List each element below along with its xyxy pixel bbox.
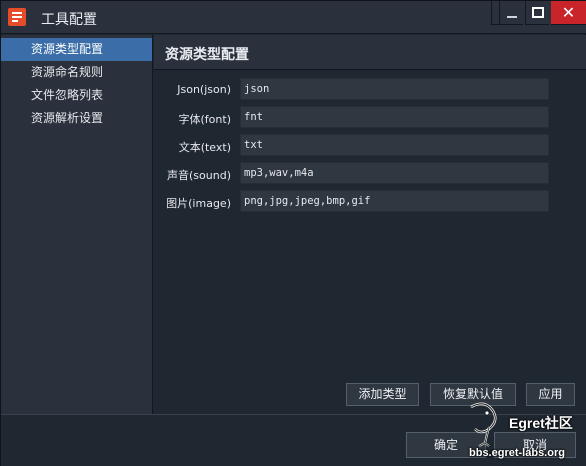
image-type-label: 图片(image) [166, 197, 231, 210]
sidebar-item-parse-settings[interactable]: 资源解析设置 [1, 107, 152, 130]
add-type-button[interactable]: 添加类型 [346, 383, 419, 406]
egret-logo-icon [470, 402, 497, 447]
json-type-label: Json(json) [177, 83, 231, 96]
sound-type-label: 声音(sound) [167, 169, 231, 182]
maximize-icon [532, 7, 544, 18]
title-bar: 工具配置 ✕ [1, 1, 586, 34]
minimize-icon [507, 16, 517, 18]
main-header: 资源类型配置 [154, 35, 586, 70]
json-type-input[interactable] [240, 78, 549, 100]
sidebar: 资源类型配置 资源命名规则 文件忽略列表 资源解析设置 [1, 35, 153, 414]
sidebar-item-ignore-list[interactable]: 文件忽略列表 [1, 84, 152, 107]
close-button[interactable]: ✕ [551, 1, 586, 25]
apply-button[interactable]: 应用 [526, 383, 575, 406]
watermark-brand: Egret社区 [509, 415, 573, 431]
main-panel: 资源类型配置 Json(json) 字体(font) 文本(text) 声音(s… [154, 35, 586, 414]
image-type-input[interactable] [240, 190, 549, 212]
watermark-url: bbs.egret-labs.org [469, 447, 565, 459]
page-title: 资源类型配置 [165, 47, 249, 63]
text-type-input[interactable] [240, 134, 549, 156]
font-type-label: 字体(font) [178, 113, 231, 126]
sound-type-input[interactable] [240, 162, 549, 184]
window-title: 工具配置 [41, 12, 97, 28]
close-icon: ✕ [561, 3, 576, 22]
tool-config-window: 工具配置 ✕ 资源类型配置 资源命名规则 文件忽略列表 资源解析设置 资源类型配… [0, 0, 586, 466]
sidebar-item-resource-types[interactable]: 资源类型配置 [1, 38, 152, 61]
titlebar-separator [491, 1, 499, 25]
text-type-label: 文本(text) [178, 141, 231, 154]
font-type-input[interactable] [240, 106, 549, 128]
maximize-button[interactable] [525, 1, 549, 25]
app-config-icon [8, 8, 26, 26]
minimize-button[interactable] [499, 1, 523, 25]
sidebar-item-naming-rules[interactable]: 资源命名规则 [1, 61, 152, 84]
